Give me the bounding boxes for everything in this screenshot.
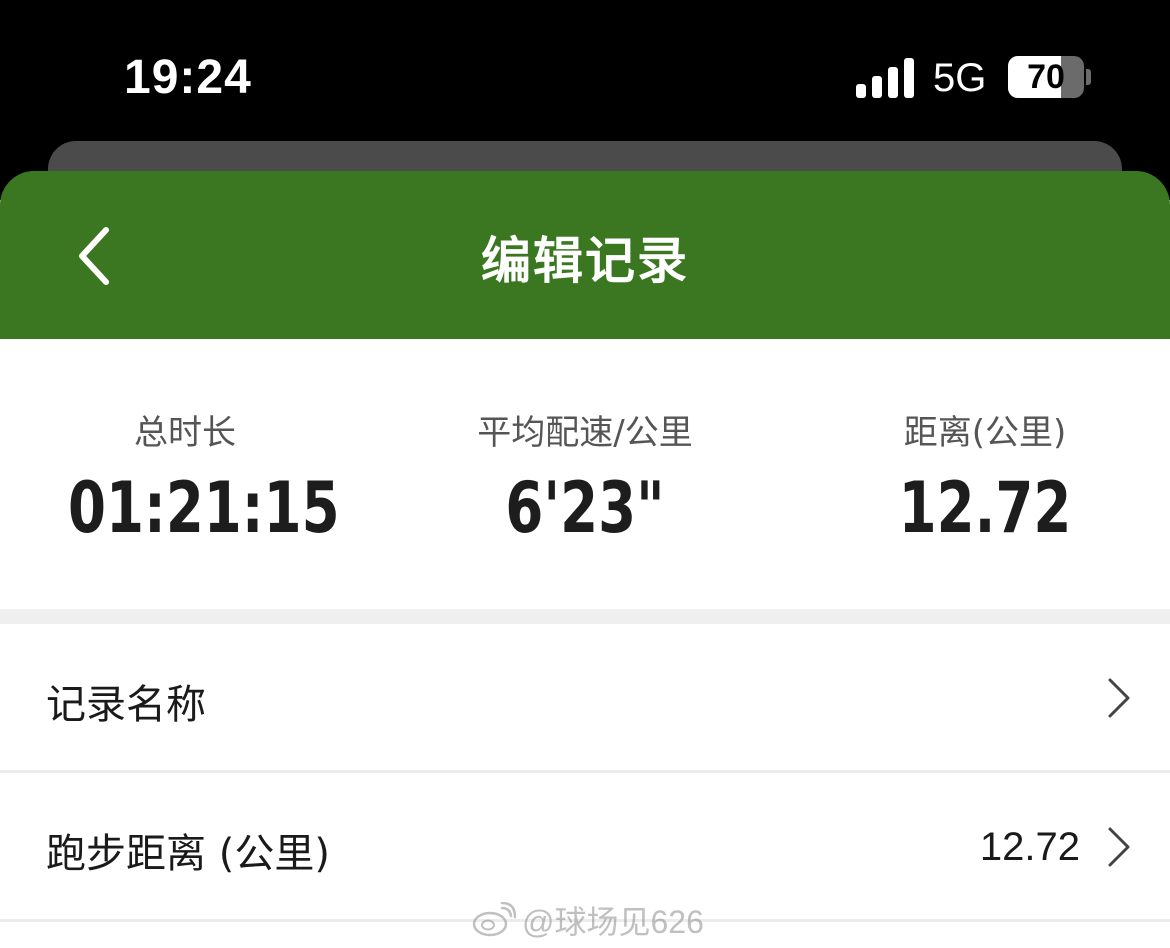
stat-value: 6'23" bbox=[505, 467, 665, 549]
stat-label: 平均配速/公里 bbox=[477, 413, 693, 453]
cellular-signal-icon bbox=[856, 58, 914, 98]
stat-value: 12.72 bbox=[898, 467, 1072, 549]
status-time: 19:24 bbox=[124, 51, 252, 104]
weibo-logo-icon bbox=[472, 902, 516, 937]
battery-level: 70 bbox=[1027, 58, 1065, 96]
stats-summary: 总时长 01:21:15 平均配速/公里 6'23" 距离(公里) 12.72 bbox=[0, 339, 1170, 609]
stat-label: 距离(公里) bbox=[903, 413, 1067, 453]
watermark-text: @球场见626 bbox=[522, 904, 704, 940]
nav-header: 编辑记录 bbox=[0, 171, 1170, 339]
network-type: 5G bbox=[933, 56, 987, 100]
battery-nub bbox=[1086, 69, 1091, 85]
row-label: 跑步距离 (公里) bbox=[46, 831, 330, 877]
row-label: 记录名称 bbox=[46, 682, 206, 728]
chevron-right-icon bbox=[1108, 678, 1130, 718]
watermark: @球场见626 bbox=[472, 895, 704, 945]
chevron-right-icon bbox=[1108, 827, 1130, 867]
row-value: 12.72 bbox=[979, 825, 1080, 869]
page-title: 编辑记录 bbox=[481, 232, 689, 290]
section-divider bbox=[0, 609, 1170, 624]
record-name-row[interactable]: 记录名称 bbox=[0, 624, 1170, 770]
stat-label: 总时长 bbox=[134, 413, 236, 453]
battery-icon: 70 bbox=[1008, 56, 1084, 98]
stat-value: 01:21:15 bbox=[68, 467, 340, 549]
